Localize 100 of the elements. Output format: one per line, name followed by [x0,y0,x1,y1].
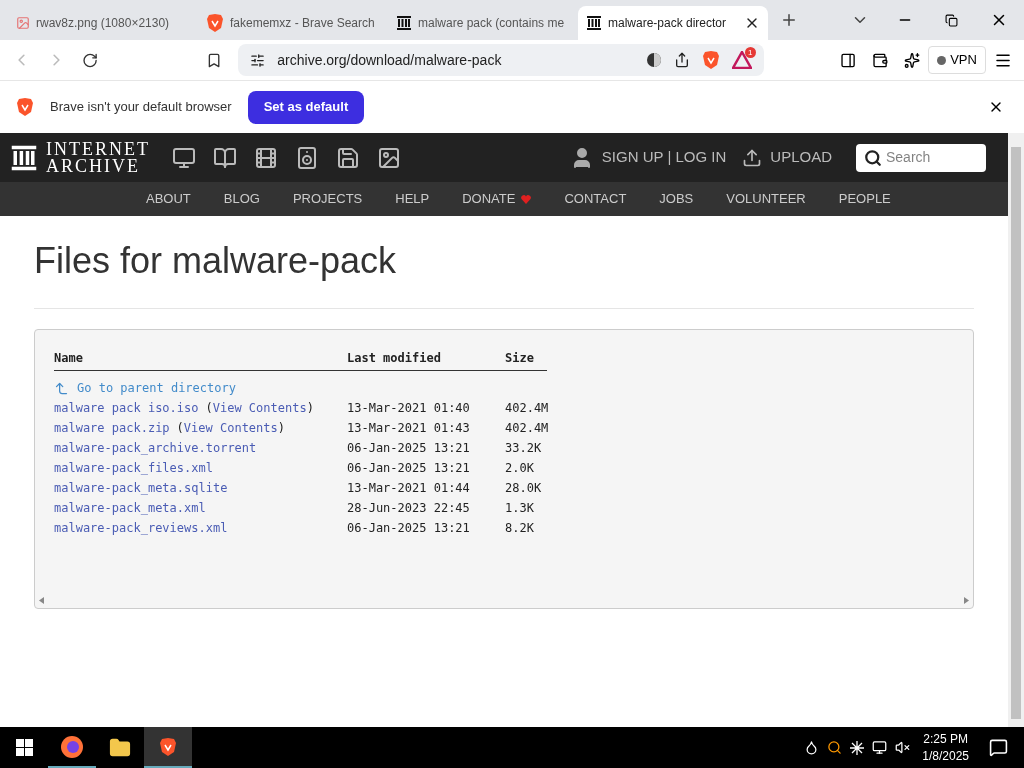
view-contents-link[interactable]: View Contents [212,399,307,417]
nav-link[interactable]: JOBS [659,189,694,209]
folder-icon[interactable] [109,736,131,759]
file-size: 1.3K [505,500,535,517]
file-link[interactable]: malware pack.zip [54,419,170,437]
file-size: 8.2K [505,520,535,537]
upload-link[interactable]: UPLOAD [770,146,832,169]
file-link[interactable]: malware-pack_meta.sqlite [54,479,228,497]
close-paren: ) [277,420,285,437]
file-size: 33.2K [505,440,543,457]
clock-time[interactable]: 2:25 PM [923,730,968,748]
new-tab-icon[interactable] [780,11,798,29]
open-paren: ( [176,420,184,437]
nav-link[interactable]: PROJECTS [292,189,363,209]
notifications-icon[interactable] [989,738,1008,757]
column-header: Size [505,350,535,367]
search-box[interactable]: Search [856,143,986,172]
upload-icon[interactable] [742,147,763,168]
clock-date[interactable]: 1/8/2025 [922,747,969,765]
logo-text: ARCHIVE [46,157,141,175]
file-link[interactable]: malware-pack_archive.torrent [54,439,257,457]
file-link[interactable]: malware pack iso.iso [54,399,199,417]
speaker-icon[interactable] [295,145,319,170]
archive-building-icon [586,15,602,31]
web-icon[interactable] [172,145,196,170]
brave-logo-icon [16,97,34,117]
reload-icon[interactable] [82,51,99,69]
image-icon [16,16,30,30]
address-bar[interactable]: archive.org/download/malware-pack 1 [238,44,764,76]
file-link[interactable]: malware-pack_meta.xml [54,499,206,517]
half-circle-icon[interactable] [645,52,662,68]
modified-date: 06-Jan-2025 13:21 [347,520,471,537]
modified-date: 13-Mar-2021 01:44 [347,480,471,497]
sparkle-icon[interactable] [904,51,921,69]
film-icon[interactable] [254,145,278,170]
file-link[interactable]: malware-pack_files.xml [54,459,213,477]
file-size: 2.0K [505,460,535,477]
modified-date: 13-Mar-2021 01:40 [347,400,471,417]
file-size: 402.4M [505,420,550,437]
view-contents-link[interactable]: View Contents [183,419,278,437]
sidebar-icon[interactable] [839,51,856,69]
magnifier-icon[interactable] [827,740,843,755]
image-icon[interactable] [377,145,401,170]
nav-link[interactable]: VOLUNTEER [726,189,806,209]
tab-title: malware pack (contains me [418,15,566,32]
logo-text: INTERNET [46,140,150,158]
browser-tab[interactable]: malware pack (contains me [388,6,578,40]
brave-logo-icon [206,13,224,33]
file-link[interactable]: malware-pack_reviews.xml [54,519,228,537]
browser-tab[interactable]: malware-pack director [578,6,768,40]
nav-link[interactable]: HELP [395,189,430,209]
tab-title: fakememxz - Brave Search [230,15,376,32]
column-header: Last modified [347,350,442,367]
modified-date: 06-Jan-2025 13:21 [347,440,471,457]
wallet-icon[interactable] [871,51,889,69]
nav-link[interactable]: DONATE [462,189,532,209]
search-field[interactable]: Search [886,147,976,168]
browser-tab[interactable]: fakememxz - Brave Search [198,6,388,40]
notification-badge: 1 [744,47,756,58]
book-icon[interactable] [213,145,237,170]
parent-arrow-icon [54,380,69,396]
nav-link[interactable]: PEOPLE [838,189,891,209]
search-icon [864,148,882,167]
tab-title: rwav8z.png (1080×2130) [36,15,171,32]
fox-browser-icon[interactable] [60,734,84,759]
scroll-left-icon[interactable] [39,596,44,604]
archive-building-icon [396,15,412,31]
browser-tab[interactable]: rwav8z.png (1080×2130) [8,6,198,40]
brave-shields-icon [701,50,720,70]
nav-link[interactable]: ABOUT [146,189,191,209]
heart-icon [521,194,532,204]
restore-icon[interactable] [945,13,958,27]
sign-in-link[interactable]: SIGN UP | LOG IN [601,146,727,169]
infobar-message: Brave isn't your default browser [50,98,232,117]
nav-link[interactable]: BLOG [223,189,260,209]
modified-date: 06-Jan-2025 13:21 [347,460,471,477]
archive-logo-icon [10,143,38,172]
file-size: 402.4M [505,400,550,417]
close-paren: ) [306,400,314,417]
page-heading: Files for malware-pack [34,234,974,309]
modified-date: 13-Mar-2021 01:43 [347,420,471,437]
network-icon[interactable] [872,740,888,755]
modified-date: 28-Jun-2023 22:45 [347,500,471,517]
nav-link[interactable]: CONTACT [564,189,627,209]
asterisk-icon[interactable] [850,740,865,755]
windows-logo-icon[interactable] [15,739,33,756]
set-default-button[interactable]: Set as default [247,90,365,124]
scroll-right-icon[interactable] [964,596,969,604]
tab-title: malware-pack director [608,15,728,32]
vertical-scrollbar[interactable] [1008,133,1024,727]
column-header: Name [54,350,84,367]
share-icon[interactable] [673,52,690,68]
vpn-button[interactable]: VPN [928,46,986,74]
brave-taskbar-icon [159,736,177,757]
file-size: 28.0K [505,480,543,497]
open-paren: ( [205,400,213,417]
volume-muted-icon[interactable] [895,740,911,755]
url-text: archive.org/download/malware-pack [277,50,503,70]
rewards-triangle-icon[interactable] [731,51,752,69]
site-settings-icon[interactable] [250,52,266,68]
